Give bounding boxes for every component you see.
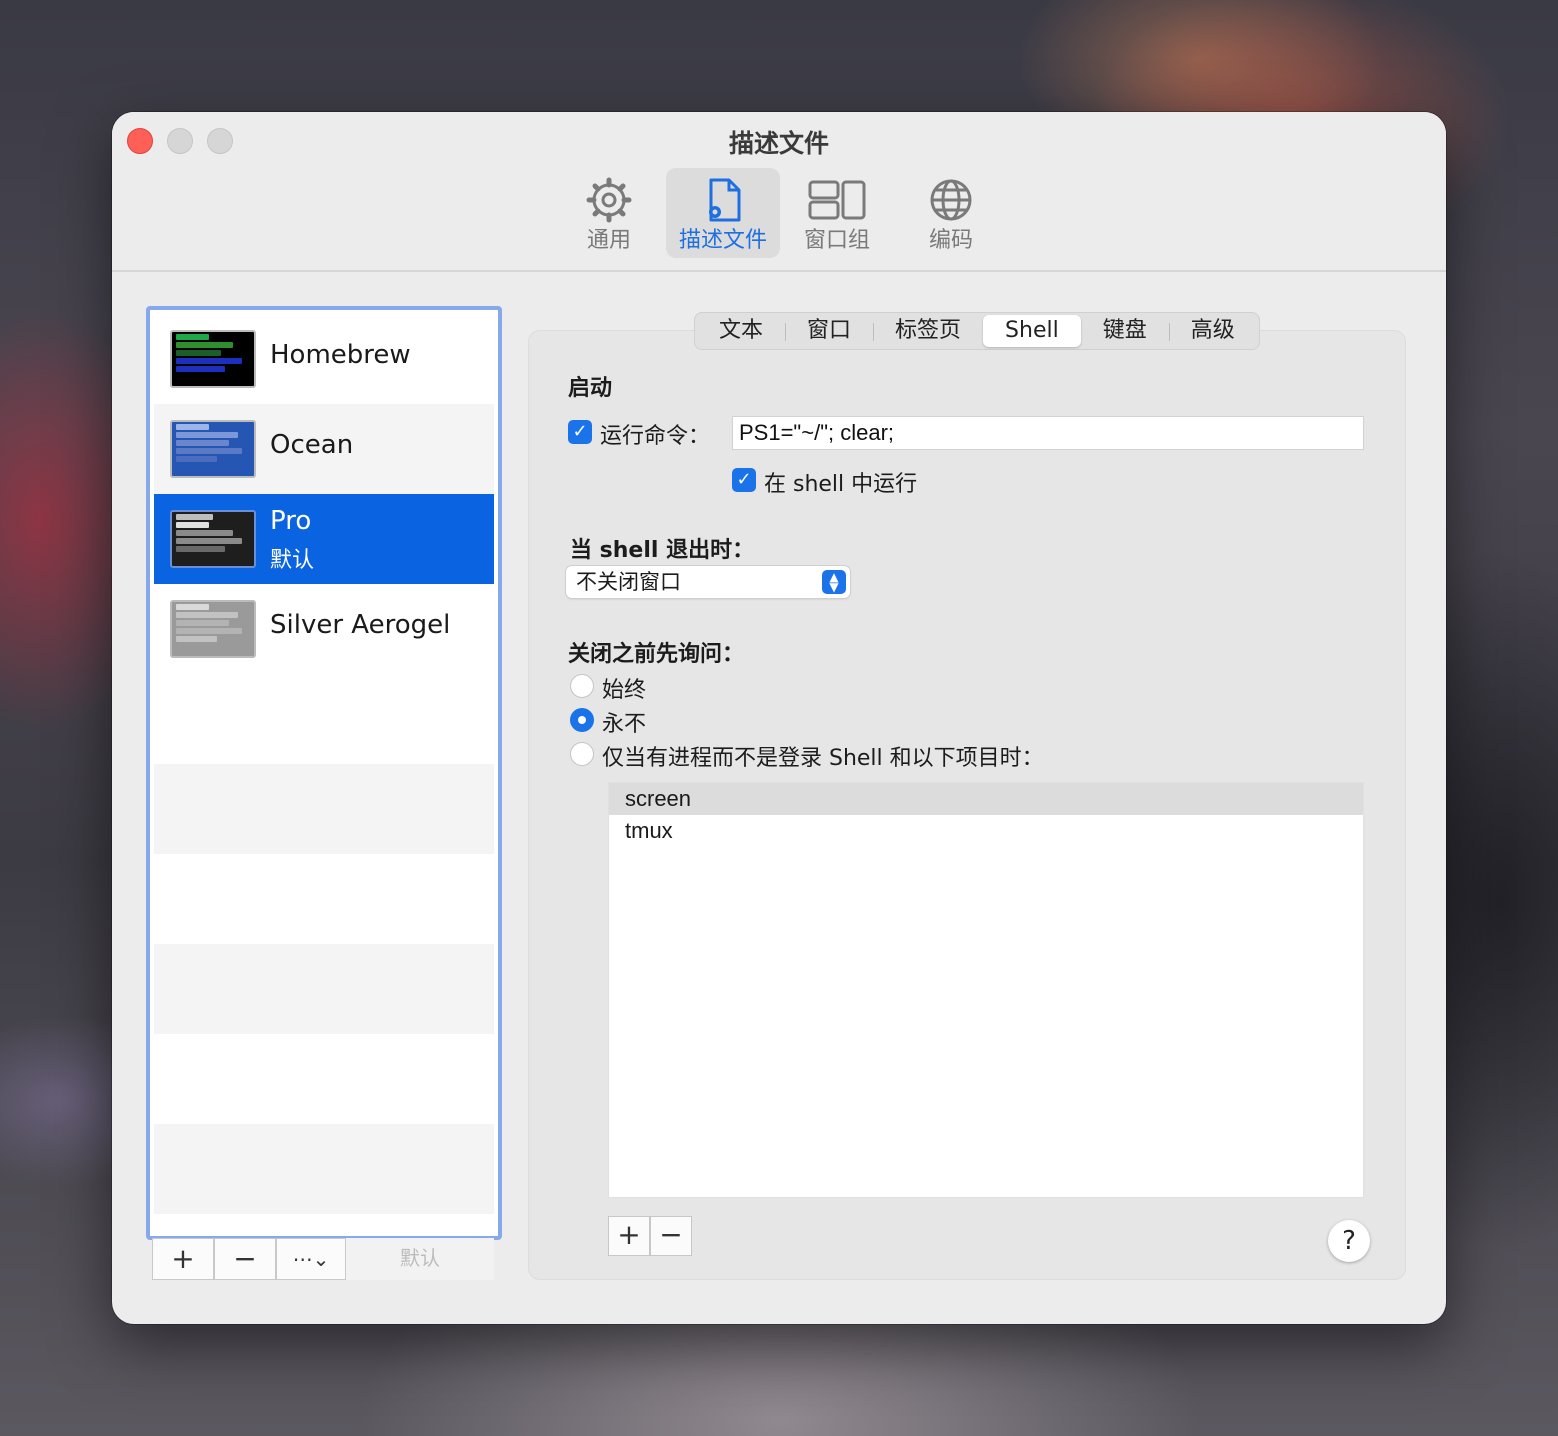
toolbar-general-label: 通用 bbox=[586, 228, 631, 253]
profile-default-label: 默认 bbox=[270, 548, 315, 573]
gear-icon bbox=[586, 177, 632, 223]
tab-advanced[interactable]: 高级 bbox=[1168, 315, 1257, 347]
empty-row bbox=[609, 943, 1363, 975]
tab-keyboard[interactable]: 键盘 bbox=[1081, 315, 1169, 347]
profile-thumbnail bbox=[170, 510, 256, 568]
profile-pro[interactable]: Pro 默认 bbox=[154, 494, 494, 584]
ask-never-label: 永不 bbox=[602, 712, 647, 737]
ask-always-radio[interactable] bbox=[570, 674, 594, 698]
profile-name: Silver Aerogel bbox=[270, 610, 451, 640]
empty-row bbox=[154, 944, 494, 1034]
toolbar-profiles[interactable]: 描述文件 bbox=[666, 168, 780, 258]
toolbar-profiles-label: 描述文件 bbox=[678, 228, 767, 253]
window-title: 描述文件 bbox=[728, 129, 829, 158]
help-button[interactable]: ? bbox=[1328, 1220, 1370, 1262]
profile-thumbnail bbox=[170, 330, 256, 388]
empty-row bbox=[609, 975, 1363, 1007]
profile-thumbnail bbox=[170, 420, 256, 478]
add-process-button[interactable]: + bbox=[608, 1216, 650, 1256]
profile-thumbnail bbox=[170, 600, 256, 658]
ask-before-close-label: 关闭之前先询问： bbox=[568, 642, 745, 667]
on-exit-label: 当 shell 退出时： bbox=[570, 538, 755, 563]
window-group-icon bbox=[808, 180, 866, 220]
title-toolbar: 描述文件 通用 描述文件 窗口组 编码 bbox=[112, 112, 1446, 272]
ask-never-radio[interactable] bbox=[570, 708, 594, 732]
toolbar-encodings[interactable]: 编码 bbox=[894, 168, 1008, 258]
settings-tabs: 文本 窗口 标签页 Shell 键盘 高级 bbox=[694, 312, 1260, 350]
more-actions-button[interactable]: ⋯⌄ bbox=[276, 1238, 346, 1280]
empty-row bbox=[609, 1167, 1363, 1197]
toolbar-encodings-label: 编码 bbox=[928, 228, 973, 253]
empty-row bbox=[154, 764, 494, 854]
globe-icon bbox=[930, 179, 972, 221]
run-in-shell-checkbox[interactable]: ✓ bbox=[732, 468, 756, 492]
profile-name: Homebrew bbox=[270, 340, 411, 370]
run-command-input[interactable]: PS1="~/"; clear; bbox=[732, 416, 1364, 450]
profile-name: Ocean bbox=[270, 430, 354, 460]
empty-row bbox=[609, 1007, 1363, 1039]
tab-shell[interactable]: Shell bbox=[983, 315, 1081, 347]
toolbar-window-groups-label: 窗口组 bbox=[803, 228, 870, 253]
empty-row bbox=[609, 1103, 1363, 1135]
on-exit-value: 不关闭窗口 bbox=[576, 570, 681, 594]
empty-row bbox=[609, 879, 1363, 911]
run-command-checkbox[interactable]: ✓ bbox=[568, 420, 592, 444]
run-in-shell-label: 在 shell 中运行 bbox=[764, 472, 918, 497]
profile-name: Pro bbox=[270, 506, 312, 536]
profile-document-icon bbox=[709, 178, 741, 222]
startup-heading: 启动 bbox=[568, 376, 613, 401]
toolbar-window-groups[interactable]: 窗口组 bbox=[780, 168, 894, 258]
tab-tabs[interactable]: 标签页 bbox=[873, 315, 983, 347]
toolbar-general[interactable]: 通用 bbox=[552, 168, 666, 258]
preferences-window: 描述文件 通用 描述文件 窗口组 编码 Homebrew Ocean Pro 默… bbox=[112, 112, 1446, 1324]
list-item[interactable]: screen bbox=[609, 783, 1363, 815]
on-exit-popup[interactable]: 不关闭窗口 ▲ ▼ bbox=[566, 566, 850, 598]
set-default-button[interactable]: 默认 bbox=[346, 1238, 494, 1280]
empty-row bbox=[154, 1124, 494, 1214]
tab-window[interactable]: 窗口 bbox=[785, 315, 873, 347]
tab-text[interactable]: 文本 bbox=[697, 315, 785, 347]
empty-row bbox=[609, 847, 1363, 879]
remove-profile-button[interactable]: − bbox=[214, 1238, 276, 1280]
profile-list[interactable]: Homebrew Ocean Pro 默认 Silver Aerogel bbox=[146, 306, 502, 1240]
updown-arrows-icon: ▲ ▼ bbox=[822, 570, 846, 594]
add-profile-button[interactable]: + bbox=[152, 1238, 214, 1280]
profile-homebrew[interactable]: Homebrew bbox=[154, 314, 494, 404]
empty-row bbox=[609, 1135, 1363, 1167]
profile-list-toolbar: + − ⋯⌄ 默认 bbox=[152, 1238, 494, 1280]
ask-always-label: 始终 bbox=[602, 678, 647, 703]
empty-row bbox=[609, 1039, 1363, 1071]
ask-processes-label: 仅当有进程而不是登录 Shell 和以下项目时： bbox=[602, 746, 1044, 771]
empty-row bbox=[609, 911, 1363, 943]
process-list-toolbar: + − bbox=[608, 1216, 692, 1256]
profile-silver-aerogel[interactable]: Silver Aerogel bbox=[154, 584, 494, 674]
list-item[interactable]: tmux bbox=[609, 815, 1363, 847]
profile-ocean[interactable]: Ocean bbox=[154, 404, 494, 494]
empty-row bbox=[609, 1071, 1363, 1103]
remove-process-button[interactable]: − bbox=[650, 1216, 692, 1256]
process-list[interactable]: screen tmux bbox=[608, 782, 1364, 1198]
ask-processes-radio[interactable] bbox=[570, 742, 594, 766]
run-command-label: 运行命令： bbox=[600, 424, 711, 449]
